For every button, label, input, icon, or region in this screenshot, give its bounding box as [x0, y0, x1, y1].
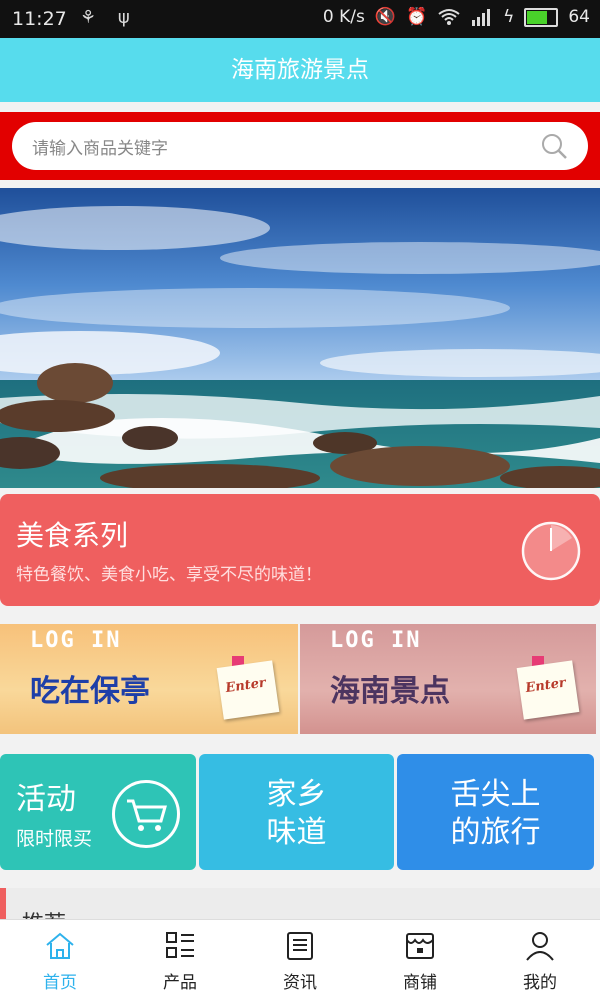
food-card-subtitle: 特色餐饮、美食小吃、享受不尽的味道！ [16, 565, 322, 585]
login-card-label: 吃在保亭 [30, 674, 150, 709]
login-card-scenery[interactable]: LOG IN 海南景点 Enter [300, 624, 596, 734]
tab-products[interactable]: 产品 [120, 920, 240, 1001]
tab-profile[interactable]: 我的 [480, 920, 600, 1001]
page-title: 海南旅游景点 [231, 57, 369, 83]
activity-subtitle: 限时限买 [16, 828, 93, 850]
enter-note-text: Enter [224, 675, 267, 697]
battery-icon [524, 7, 559, 27]
battery-fill [527, 10, 547, 24]
tab-label: 首页 [43, 973, 77, 993]
tab-label: 商铺 [403, 973, 437, 993]
status-right: 0 K/s 🔇 ⏰ ϟ 64 [323, 7, 590, 27]
alarm-icon: ⏰ [405, 7, 428, 27]
enter-note: Enter [516, 660, 580, 720]
login-card-eat[interactable]: LOG IN 吃在保亭 Enter [0, 624, 298, 734]
tile-line: 舌尖上 [450, 777, 541, 812]
banner-image [0, 188, 600, 488]
tab-news[interactable]: 资讯 [240, 920, 360, 1001]
tab-label: 我的 [523, 973, 557, 993]
wifi-icon [438, 9, 460, 25]
recommend-label: 推荐 [22, 906, 66, 920]
login-text: LOG IN [30, 628, 122, 653]
activity-tile[interactable]: 活动 限时限买 [0, 754, 196, 870]
net-speed: 0 K/s [322, 7, 365, 27]
battery-level: 64 [568, 7, 590, 27]
enter-note-text: Enter [524, 675, 567, 697]
store-icon [406, 933, 434, 959]
tile-line: 味道 [266, 815, 327, 850]
signal-icon [472, 9, 491, 26]
charging-icon: ϟ [503, 7, 515, 27]
login-card-label: 海南景点 [330, 674, 450, 709]
food-series-card[interactable]: 美食系列 特色餐饮、美食小吃、享受不尽的味道！ [0, 494, 600, 606]
mute-icon: 🔇 [374, 7, 396, 27]
food-card-title: 美食系列 [16, 519, 129, 552]
banner-carousel[interactable] [0, 188, 600, 488]
tab-label: 产品 [163, 973, 197, 993]
tongue-travel-tile[interactable]: 舌尖上 的旅行 [397, 754, 594, 870]
search-band: 请输入商品关键字 [0, 112, 600, 180]
activity-title: 活动 [16, 782, 76, 817]
recommend-section-header: 推荐 [0, 888, 600, 920]
tile-line: 家乡 [266, 777, 327, 812]
tongue-travel-label: 舌尖上 的旅行 [397, 776, 594, 852]
grid-list-icon [166, 932, 194, 958]
section-accent-bar [0, 888, 6, 920]
hometown-taste-tile[interactable]: 家乡 味道 [199, 754, 394, 870]
home-icon [46, 932, 74, 959]
search-input[interactable]: 请输入商品关键字 [12, 122, 588, 170]
tab-stores[interactable]: 商铺 [360, 920, 480, 1001]
hometown-taste-label: 家乡 味道 [199, 776, 394, 852]
login-text: LOG IN [330, 628, 422, 653]
person-icon [526, 932, 554, 961]
status-bar: 11:27 ⚘ ψ 0 K/s 🔇 ⏰ ϟ 64 [0, 0, 600, 38]
app-header: 海南旅游景点 [0, 38, 600, 102]
status-notification-icons: ⚘ ψ [80, 7, 138, 28]
news-icon [287, 932, 313, 960]
tab-home[interactable]: 首页 [0, 920, 120, 1001]
status-time: 11:27 [12, 8, 67, 30]
tile-line: 的旅行 [450, 815, 541, 850]
search-placeholder: 请输入商品关键字 [32, 139, 168, 159]
bottom-tab-bar: 首页 产品 资讯 商铺 我的 [0, 919, 600, 1001]
tab-label: 资讯 [283, 973, 317, 993]
clock-icon [521, 521, 581, 581]
search-icon[interactable] [540, 132, 568, 160]
shopping-cart-icon [112, 780, 180, 848]
enter-note: Enter [216, 660, 280, 720]
